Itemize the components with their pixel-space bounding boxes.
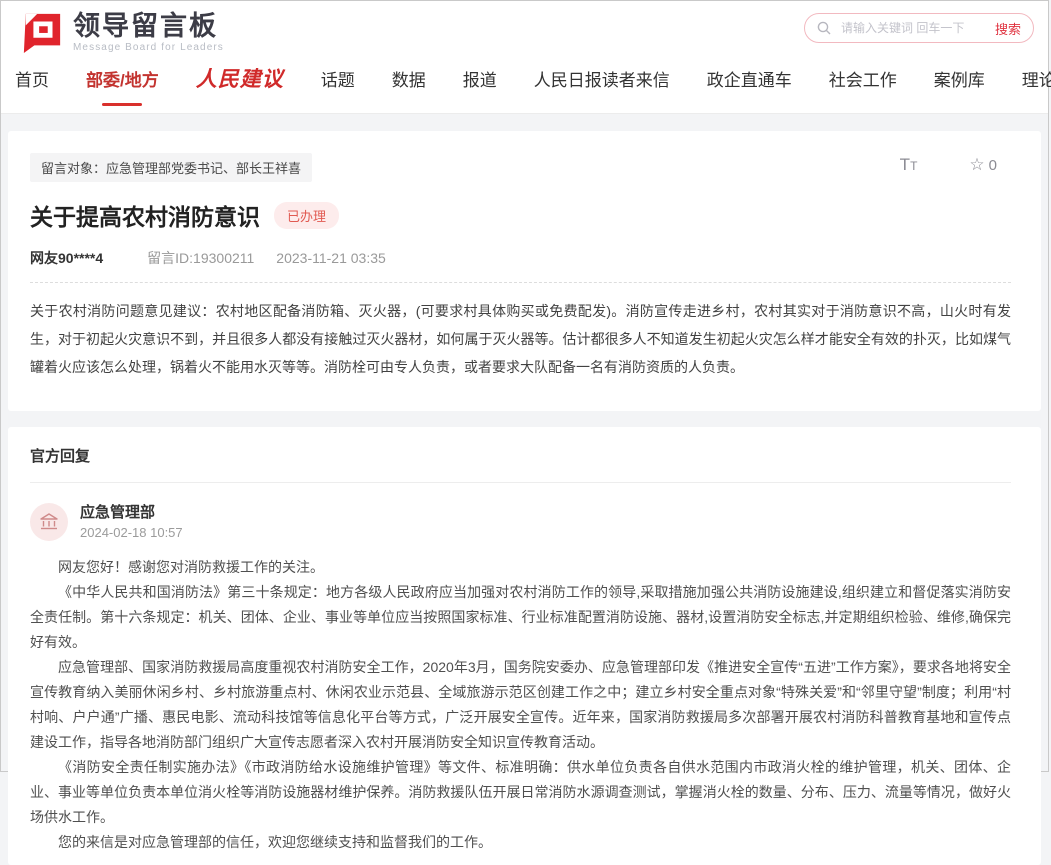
message-author: 网友90****4 — [30, 248, 103, 268]
nav-item-reports[interactable]: 报道 — [463, 66, 497, 91]
search-input[interactable] — [839, 20, 995, 36]
message-time: 2023-11-21 03:35 — [276, 250, 386, 266]
logo-icon — [21, 11, 63, 53]
nav-item-reader-letters[interactable]: 人民日报读者来信 — [534, 66, 670, 91]
main-content: 留言对象：应急管理部党委书记、部长王祥喜 TT ☆ 0 关于提高农村消防意识 已… — [1, 114, 1048, 865]
font-size-small-label: T — [910, 159, 917, 173]
site-header: 领导留言板 Message Board for Leaders 搜索 首页 部委… — [1, 1, 1048, 114]
reply-card: 官方回复 应急管理部 2024-02-18 10:57 — [8, 427, 1041, 865]
nav-item-case-library[interactable]: 案例库 — [934, 66, 985, 91]
reply-paragraph: 应急管理部、国家消防救援局高度重视农村消防安全工作，2020年3月，国务院安委办… — [30, 655, 1011, 755]
nav-item-topics[interactable]: 话题 — [321, 66, 355, 91]
replier-info: 应急管理部 2024-02-18 10:57 — [80, 503, 183, 541]
nav-item-home[interactable]: 首页 — [15, 66, 49, 91]
reply-section-title: 官方回复 — [30, 445, 1011, 466]
reply-paragraph: 您的来信是对应急管理部的信任，欢迎您继续支持和监督我们的工作。 — [30, 830, 1011, 855]
nav-item-gov-enterprise[interactable]: 政企直通车 — [707, 66, 792, 91]
favorite-button[interactable]: ☆ 0 — [969, 155, 997, 175]
message-title-row: 关于提高农村消防意识 已办理 — [30, 198, 1011, 232]
logo-text: 领导留言板 Message Board for Leaders — [73, 11, 224, 53]
page: 领导留言板 Message Board for Leaders 搜索 首页 部委… — [0, 0, 1049, 772]
message-title: 关于提高农村消防意识 — [30, 198, 260, 232]
search-box[interactable]: 搜索 — [804, 13, 1034, 43]
nav-item-peoples-suggestions[interactable]: 人民建议 — [196, 63, 284, 93]
logo-subtitle: Message Board for Leaders — [73, 42, 224, 53]
replier-name: 应急管理部 — [80, 503, 183, 522]
star-count: 0 — [989, 157, 997, 174]
reply-paragraph: 《消防安全责任制实施办法》《市政消防给水设施维护管理》等文件、标准明确：供水单位… — [30, 755, 1011, 830]
search-icon — [817, 21, 831, 35]
message-meta: 网友90****4 留言ID:19300211 2023-11-21 03:35 — [30, 248, 1011, 283]
message-controls: TT ☆ 0 — [900, 155, 997, 175]
replier-time: 2024-02-18 10:57 — [80, 524, 183, 541]
message-body: 关于农村消防问题意见建议：农村地区配备消防箱、灭火器，(可要求村具体购买或免费配… — [30, 297, 1011, 381]
reply-paragraph: 《中华人民共和国消防法》第三十条规定：地方各级人民政府应当加强对农村消防工作的领… — [30, 580, 1011, 655]
avatar — [30, 503, 68, 541]
star-icon: ☆ — [969, 155, 984, 175]
search-button[interactable]: 搜索 — [995, 19, 1021, 38]
nav-item-ministries-local[interactable]: 部委/地方 — [86, 66, 159, 91]
logo-title: 领导留言板 — [73, 11, 224, 41]
message-card: 留言对象：应急管理部党委书记、部长王祥喜 TT ☆ 0 关于提高农村消防意识 已… — [8, 131, 1041, 411]
reply-body: 网友您好！感谢您对消防救援工作的关注。 《中华人民共和国消防法》第三十条规定：地… — [30, 555, 1011, 855]
message-target-tag: 留言对象：应急管理部党委书记、部长王祥喜 — [30, 153, 312, 182]
logo[interactable]: 领导留言板 Message Board for Leaders — [21, 11, 224, 53]
main-nav: 首页 部委/地方 人民建议 话题 数据 报道 人民日报读者来信 政企直通车 社会… — [15, 63, 1048, 93]
reply-divider — [30, 482, 1011, 483]
government-building-icon — [39, 512, 59, 532]
reply-paragraph: 网友您好！感谢您对消防救援工作的关注。 — [30, 555, 1011, 580]
font-size-control[interactable]: TT — [900, 155, 918, 175]
nav-item-social-work[interactable]: 社会工作 — [829, 66, 897, 91]
font-size-large-label: T — [900, 155, 910, 174]
status-badge: 已办理 — [274, 202, 339, 229]
nav-item-theory[interactable]: 理论 — [1022, 66, 1051, 91]
message-id: 留言ID:19300211 — [147, 248, 254, 268]
replier: 应急管理部 2024-02-18 10:57 — [30, 503, 1011, 541]
nav-item-data[interactable]: 数据 — [392, 66, 426, 91]
